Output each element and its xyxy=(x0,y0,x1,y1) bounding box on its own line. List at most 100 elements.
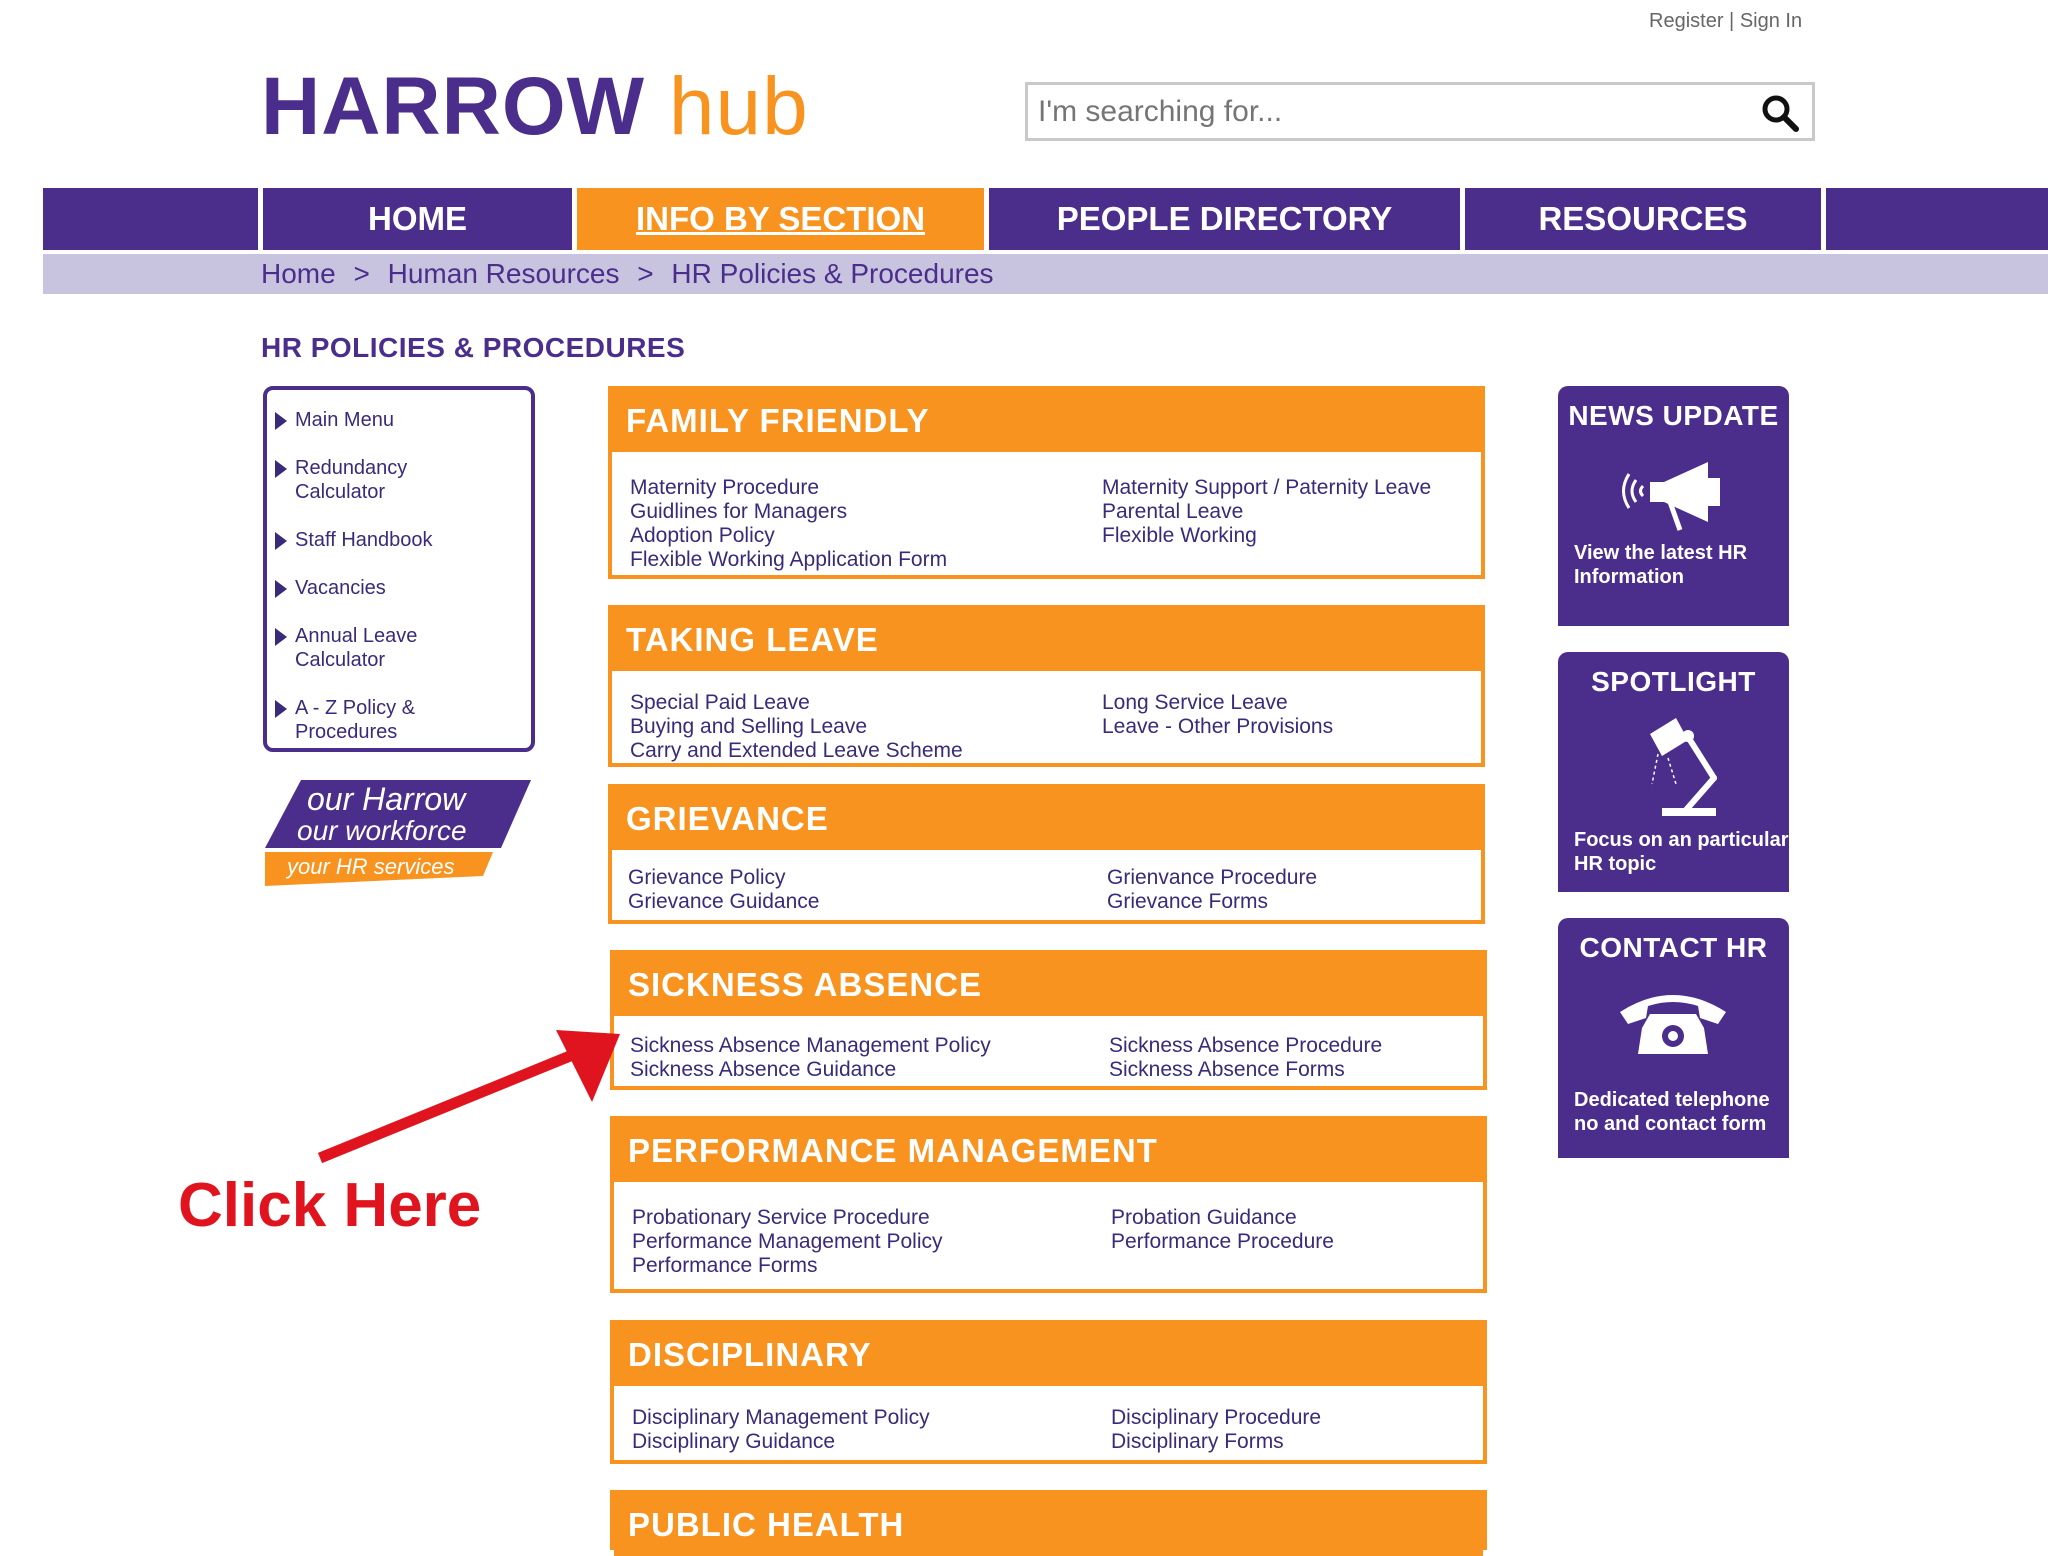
sidebar-item-label: Main Menu xyxy=(295,409,394,431)
section-link[interactable]: Grievance Forms xyxy=(1107,890,1317,914)
account-links: Register | Sign In xyxy=(1649,10,1802,33)
section-link[interactable]: Sickness Absence Procedure xyxy=(1109,1034,1382,1058)
search-input[interactable] xyxy=(1028,85,1748,138)
section-title[interactable]: PERFORMANCE MANAGEMENT xyxy=(614,1120,1483,1182)
breadcrumb: Home > Human Resources > HR Policies & P… xyxy=(261,258,1004,290)
section-link[interactable]: Flexible Working xyxy=(1102,524,1431,548)
nav-people-directory[interactable]: PEOPLE DIRECTORY xyxy=(989,188,1460,250)
badge-line-3: your HR services xyxy=(285,854,454,879)
section-links-left: Sickness Absence Management Policy Sickn… xyxy=(630,1034,991,1082)
section-link[interactable]: Maternity Support / Paternity Leave xyxy=(1102,476,1431,500)
chevron-right-icon xyxy=(275,700,287,718)
section-link[interactable]: Grievance Guidance xyxy=(628,890,819,914)
section-link[interactable]: Disciplinary Forms xyxy=(1111,1430,1321,1454)
section-link[interactable]: Performance Procedure xyxy=(1111,1230,1334,1254)
section-link[interactable]: Flexible Working Application Form xyxy=(630,548,947,572)
section-family-friendly: FAMILY FRIENDLY Maternity Procedure Guid… xyxy=(608,386,1485,579)
section-link[interactable]: Parental Leave xyxy=(1102,500,1431,524)
breadcrumb-current[interactable]: HR Policies & Procedures xyxy=(671,258,993,289)
harrow-hub-logo[interactable]: HARROW hub xyxy=(261,66,809,148)
chevron-right-icon xyxy=(275,532,287,550)
section-link[interactable]: Grienvance Procedure xyxy=(1107,866,1317,890)
sidebar-item-label: Annual Leave Calculator xyxy=(295,625,418,671)
section-links-right: Grienvance Procedure Grievance Forms xyxy=(1107,866,1317,914)
sidebar-item-vacancies[interactable]: Vacancies xyxy=(275,576,475,600)
section-link[interactable]: Disciplinary Guidance xyxy=(632,1430,930,1454)
section-link[interactable]: Buying and Selling Leave xyxy=(630,715,963,739)
megaphone-icon xyxy=(1622,462,1720,531)
logo-harrow: HARROW xyxy=(261,61,646,152)
section-link[interactable]: Performance Management Policy xyxy=(632,1230,942,1254)
signin-link[interactable]: Sign In xyxy=(1740,10,1802,32)
section-link[interactable]: Special Paid Leave xyxy=(630,691,963,715)
section-links-right: Long Service Leave Leave - Other Provisi… xyxy=(1102,691,1333,739)
news-update-tile[interactable]: NEWS UPDATE View the latest HR Informati… xyxy=(1558,386,1789,626)
section-links-right: Probation Guidance Performance Procedure xyxy=(1111,1206,1334,1254)
desk-lamp-icon xyxy=(1650,718,1717,816)
our-harrow-workforce-badge[interactable]: our Harrow our workforce your HR service… xyxy=(265,780,531,886)
section-link[interactable]: Sickness Absence Guidance xyxy=(630,1058,991,1082)
sidebar-item-staff-handbook[interactable]: Staff Handbook xyxy=(275,528,475,552)
section-links-left: Special Paid Leave Buying and Selling Le… xyxy=(630,691,963,763)
section-grievance: GRIEVANCE Grievance Policy Grievance Gui… xyxy=(608,784,1485,924)
section-title[interactable]: DISCIPLINARY xyxy=(614,1324,1483,1386)
section-link[interactable]: Guidlines for Managers xyxy=(630,500,947,524)
section-link[interactable]: Carry and Extended Leave Scheme xyxy=(630,739,963,763)
nav-resources[interactable]: RESOURCES xyxy=(1465,188,1821,250)
nav-home[interactable]: HOME xyxy=(263,188,572,250)
chevron-right-icon xyxy=(275,628,287,646)
section-links-left: Maternity Procedure Guidlines for Manage… xyxy=(630,476,947,572)
sidebar-item-a-z-policy[interactable]: A - Z Policy & Procedures xyxy=(275,696,475,744)
search-icon[interactable] xyxy=(1760,93,1800,133)
section-link[interactable]: Sickness Absence Management Policy xyxy=(630,1034,991,1058)
section-title[interactable]: PUBLIC HEALTH xyxy=(614,1494,1483,1556)
breadcrumb-human-resources[interactable]: Human Resources xyxy=(388,258,620,289)
register-link[interactable]: Register xyxy=(1649,10,1723,32)
click-here-annotation: Click Here xyxy=(178,1171,482,1240)
sidebar-item-annual-leave-calculator[interactable]: Annual Leave Calculator xyxy=(275,624,475,672)
spotlight-tile[interactable]: SPOTLIGHT Focus on an particular HR topi… xyxy=(1558,652,1789,892)
sidebar-menu: Main Menu Redundancy Calculator Staff Ha… xyxy=(263,386,535,752)
sidebar-item-redundancy-calculator[interactable]: Redundancy Calculator xyxy=(275,456,475,504)
link-separator: | xyxy=(1729,10,1735,32)
section-links-right: Disciplinary Procedure Disciplinary Form… xyxy=(1111,1406,1321,1454)
section-link[interactable]: Leave - Other Provisions xyxy=(1102,715,1333,739)
tile-description: Dedicated telephone xyxy=(1574,1089,1770,1111)
section-title[interactable]: TAKING LEAVE xyxy=(612,609,1481,671)
chevron-right-icon xyxy=(275,412,287,430)
section-performance-management: PERFORMANCE MANAGEMENT Probationary Serv… xyxy=(610,1116,1487,1293)
tile-title: NEWS UPDATE xyxy=(1568,400,1779,431)
section-link[interactable]: Performance Forms xyxy=(632,1254,942,1278)
sidebar-item-main-menu[interactable]: Main Menu xyxy=(275,408,475,432)
tile-description: Focus on an particular xyxy=(1574,829,1789,851)
breadcrumb-home[interactable]: Home xyxy=(261,258,336,289)
section-link[interactable]: Probationary Service Procedure xyxy=(632,1206,942,1230)
telephone-icon xyxy=(1620,995,1726,1054)
section-title[interactable]: GRIEVANCE xyxy=(612,788,1481,850)
section-link[interactable]: Disciplinary Management Policy xyxy=(632,1406,930,1430)
section-link[interactable]: Adoption Policy xyxy=(630,524,947,548)
annotation-arrow xyxy=(317,1030,620,1164)
section-link[interactable]: Long Service Leave xyxy=(1102,691,1333,715)
section-link[interactable]: Disciplinary Procedure xyxy=(1111,1406,1321,1430)
section-link[interactable]: Maternity Procedure xyxy=(630,476,947,500)
section-title[interactable]: SICKNESS ABSENCE xyxy=(614,954,1483,1016)
section-link[interactable]: Probation Guidance xyxy=(1111,1206,1334,1230)
section-links-left: Probationary Service Procedure Performan… xyxy=(632,1206,942,1278)
section-link[interactable]: Grievance Policy xyxy=(628,866,819,890)
section-taking-leave: TAKING LEAVE Special Paid Leave Buying a… xyxy=(608,605,1485,767)
sidebar-item-label: Vacancies xyxy=(295,577,386,599)
contact-hr-tile[interactable]: CONTACT HR Dedicated telephone no and co… xyxy=(1558,918,1789,1158)
section-disciplinary: DISCIPLINARY Disciplinary Management Pol… xyxy=(610,1320,1487,1464)
section-public-health: PUBLIC HEALTH xyxy=(610,1490,1487,1556)
section-link[interactable]: Sickness Absence Forms xyxy=(1109,1058,1382,1082)
nav-separator xyxy=(1821,188,1826,250)
breadcrumb-separator: > xyxy=(637,258,654,289)
tile-description: HR topic xyxy=(1574,853,1657,875)
page-title: HR POLICIES & PROCEDURES xyxy=(261,332,686,363)
section-links-right: Maternity Support / Paternity Leave Pare… xyxy=(1102,476,1431,548)
nav-info-by-section[interactable]: INFO BY SECTION xyxy=(577,188,984,250)
section-title[interactable]: FAMILY FRIENDLY xyxy=(612,390,1481,452)
badge-line-2: our workforce xyxy=(297,815,467,846)
tile-title: CONTACT HR xyxy=(1579,932,1768,963)
